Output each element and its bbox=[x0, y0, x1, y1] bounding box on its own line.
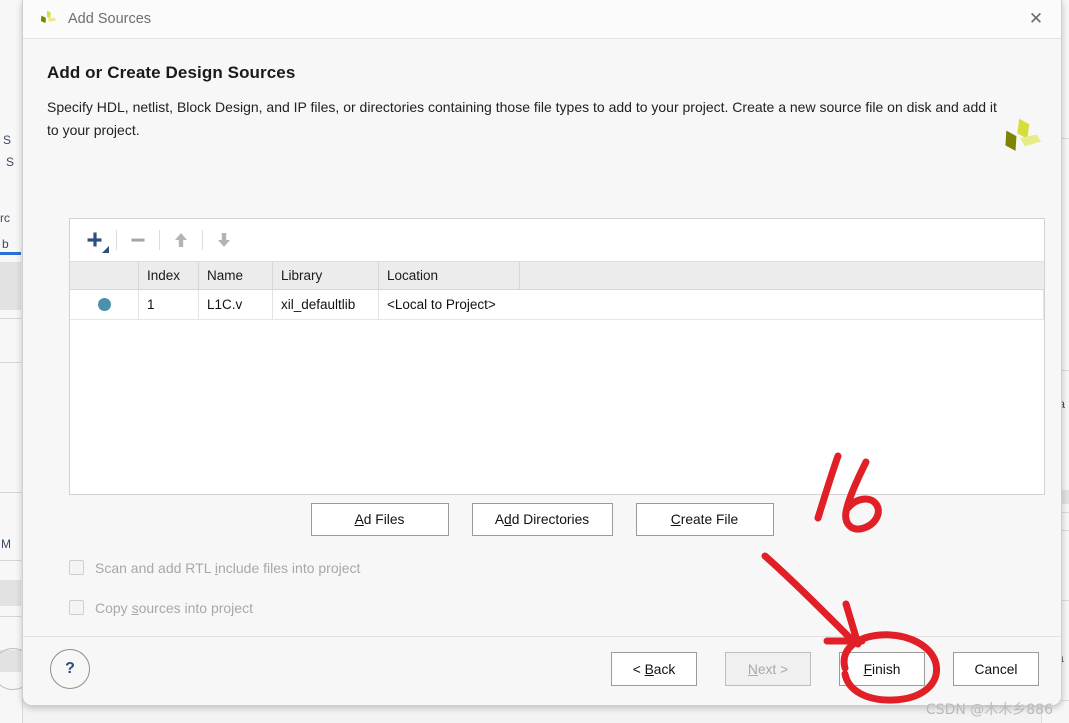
toolbar-separator bbox=[159, 230, 160, 250]
background-band bbox=[0, 318, 21, 319]
background-text-fragment: M bbox=[1, 538, 11, 551]
row-index-cell: 1 bbox=[139, 290, 199, 319]
create-file-button[interactable]: Create File bbox=[635, 503, 774, 536]
background-band bbox=[0, 362, 21, 363]
sources-toolbar bbox=[70, 219, 1044, 262]
background-band bbox=[0, 560, 21, 561]
background-band bbox=[0, 616, 21, 617]
move-down-button[interactable] bbox=[207, 224, 241, 256]
checkbox-icon bbox=[69, 560, 84, 575]
column-header-index[interactable]: Index bbox=[139, 262, 199, 289]
background-text-fragment: rc bbox=[0, 212, 10, 225]
column-header-status[interactable] bbox=[70, 262, 139, 289]
add-directories-button[interactable]: Add Directoriesd Directories bbox=[471, 503, 613, 536]
page-title: Add or Create Design Sources bbox=[47, 63, 296, 82]
back-label: < Back bbox=[632, 661, 676, 677]
dropdown-triangle-icon bbox=[102, 246, 109, 253]
vivado-logo-icon bbox=[1005, 118, 1042, 151]
finish-button[interactable]: Finish bbox=[839, 652, 925, 686]
add-directories-label: Add Directoriesd Directories bbox=[494, 512, 590, 527]
background-text-fragment: S bbox=[3, 134, 12, 147]
column-header-name[interactable]: Name bbox=[199, 262, 273, 289]
screen: SSrcbM1ta-a Add Sources ✕ Add or Create … bbox=[0, 0, 1069, 723]
table-row[interactable]: 1 L1C.v xil_defaultlib <Local to Project… bbox=[70, 290, 1044, 320]
option-label: Copy sources into project bbox=[95, 599, 253, 616]
toolbar-separator bbox=[116, 230, 117, 250]
finish-label: Finish bbox=[863, 661, 901, 677]
sources-panel: Index Name Library Location 1 L1C.v xil_… bbox=[69, 218, 1045, 495]
page-description: Specify HDL, netlist, Block Design, and … bbox=[47, 99, 997, 138]
remove-source-button[interactable] bbox=[121, 224, 155, 256]
next-label: Next > bbox=[747, 661, 789, 677]
cancel-label: Cancel bbox=[974, 661, 1018, 677]
row-filler-cell bbox=[520, 290, 1044, 319]
row-location-cell: <Local to Project> bbox=[387, 297, 496, 312]
source-action-buttons: Ad Files Add Directoriesd Directories Cr… bbox=[23, 503, 1061, 536]
column-header-location[interactable]: Location bbox=[379, 262, 520, 289]
cancel-button[interactable]: Cancel bbox=[953, 652, 1039, 686]
vivado-logo-icon bbox=[40, 10, 57, 24]
back-button[interactable]: < Back bbox=[611, 652, 697, 686]
background-band bbox=[0, 252, 21, 255]
status-dot-icon bbox=[97, 298, 111, 311]
dialog-footer: ? < Back Next > Finish Cancel bbox=[23, 636, 1061, 705]
create-file-label: Create File bbox=[670, 512, 739, 527]
option-label: Scan and add RTL include files into proj… bbox=[95, 559, 361, 576]
column-header-filler bbox=[520, 262, 1044, 289]
row-status-cell bbox=[70, 290, 139, 319]
copy-sources-checkbox[interactable]: Copy sources into project bbox=[69, 594, 360, 621]
add-files-button[interactable]: Ad Files bbox=[310, 503, 449, 536]
arrow-up-icon bbox=[175, 233, 187, 247]
next-button: Next > bbox=[725, 652, 811, 686]
add-sources-dialog: Add Sources ✕ Add or Create Design Sourc… bbox=[22, 0, 1062, 706]
background-band bbox=[0, 492, 21, 493]
move-up-button[interactable] bbox=[164, 224, 198, 256]
add-source-button[interactable] bbox=[78, 224, 112, 256]
background-band bbox=[0, 580, 21, 606]
dialog-body: Add or Create Design Sources Specify HDL… bbox=[23, 39, 1061, 656]
scan-add-rtl-include-checkbox[interactable]: Scan and add RTL include files into proj… bbox=[69, 554, 360, 581]
sources-table-header: Index Name Library Location bbox=[70, 262, 1044, 290]
dialog-titlebar[interactable]: Add Sources ✕ bbox=[23, 0, 1061, 39]
help-button[interactable]: ? bbox=[50, 649, 90, 689]
arrow-down-icon bbox=[218, 233, 230, 247]
background-text-fragment: b bbox=[2, 238, 9, 251]
checkbox-icon bbox=[69, 600, 84, 615]
watermark: CSDN @木木乡886 bbox=[925, 702, 1053, 718]
dialog-title: Add Sources bbox=[68, 11, 152, 27]
background-text-fragment: S bbox=[6, 156, 15, 169]
column-header-library[interactable]: Library bbox=[273, 262, 379, 289]
row-name-cell: L1C.v bbox=[199, 290, 273, 319]
toolbar-separator bbox=[202, 230, 203, 250]
add-files-label: Ad Files bbox=[354, 512, 405, 527]
row-library-cell[interactable]: xil_defaultlib bbox=[273, 290, 379, 319]
close-icon[interactable]: ✕ bbox=[1011, 0, 1061, 38]
minus-icon bbox=[131, 238, 145, 242]
background-band bbox=[0, 262, 21, 310]
navigation-buttons: < Back Next > Finish Cancel bbox=[611, 652, 1039, 686]
